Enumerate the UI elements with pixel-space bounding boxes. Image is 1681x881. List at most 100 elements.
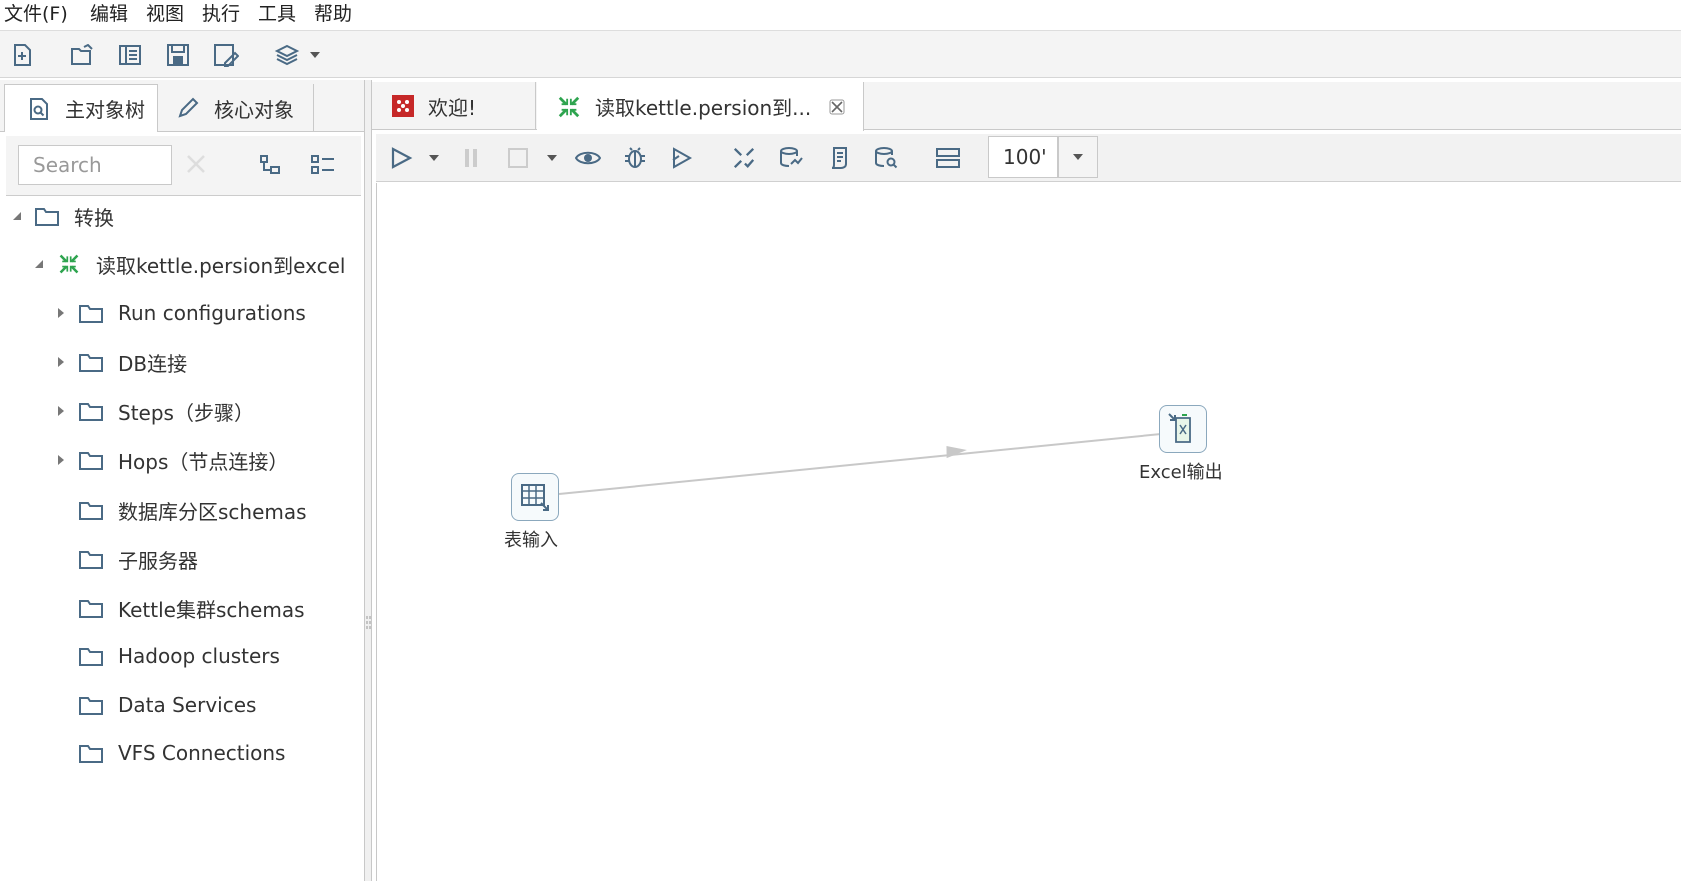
tree-node-label: Kettle集群schemas <box>118 597 305 622</box>
welcome-icon <box>392 95 414 117</box>
excel-output-step[interactable] <box>1159 405 1207 453</box>
list-view-icon[interactable] <box>310 153 336 177</box>
splitter-grip-icon <box>366 616 371 629</box>
expand-arrow-icon[interactable] <box>54 404 68 418</box>
tree-node-vfs-connections[interactable]: VFS Connections <box>78 733 285 773</box>
layers-dropdown-icon[interactable] <box>308 40 322 70</box>
tree-node-hops[interactable]: Hops（节点连接） <box>54 440 288 480</box>
debug-bug-icon[interactable] <box>620 142 650 174</box>
canvas-toolbar: 100' <box>376 134 1681 182</box>
editor-tab-bar: 欢迎! 读取kettle.persion到... <box>372 82 1681 131</box>
search-input[interactable] <box>18 145 172 185</box>
tree-node-slave-servers[interactable]: 子服务器 <box>78 539 198 579</box>
tree-node-label: 数据库分区schemas <box>118 499 307 524</box>
expand-tree-icon[interactable] <box>258 153 282 177</box>
stop-icon[interactable] <box>503 142 533 174</box>
save-as-icon[interactable] <box>211 40 241 70</box>
search-row <box>6 136 361 196</box>
verify-icon[interactable] <box>729 142 759 174</box>
folder-icon <box>79 305 103 323</box>
preview-eye-icon[interactable] <box>573 142 603 174</box>
layers-icon[interactable] <box>272 40 302 70</box>
tree-node-data-services[interactable]: Data Services <box>78 685 256 725</box>
folder-icon <box>79 697 103 715</box>
collapse-arrow-icon[interactable] <box>32 257 46 271</box>
transform-icon <box>59 254 79 274</box>
expand-arrow-icon[interactable] <box>54 453 68 467</box>
tree-node-label: 转换 <box>74 205 114 230</box>
run-icon[interactable] <box>386 142 416 174</box>
stop-dropdown-icon[interactable] <box>544 142 560 174</box>
new-file-icon[interactable] <box>8 40 38 70</box>
menu-bar: 文件(F) 编辑 视图 执行 工具 帮助 <box>0 0 1681 30</box>
tree-node-label: 读取kettle.persion到excel <box>96 253 346 278</box>
tree-node-db-connections[interactable]: DB连接 <box>54 342 187 382</box>
table-input-icon <box>521 484 549 511</box>
hop-connection[interactable] <box>377 183 1681 881</box>
tab-welcome-label: 欢迎! <box>428 95 477 120</box>
tree-node-hadoop-clusters[interactable]: Hadoop clusters <box>78 636 280 676</box>
tree-node-label: VFS Connections <box>118 741 286 765</box>
document-search-icon <box>27 97 51 121</box>
tree-node-label: DB连接 <box>118 351 188 376</box>
folder-icon <box>79 403 103 421</box>
close-tab-icon[interactable] <box>829 99 845 115</box>
left-panel: 主对象树 核心对象 转换 读取kettle.persion <box>0 80 365 881</box>
tree-node-label: 子服务器 <box>118 548 198 573</box>
menu-view[interactable]: 视图 <box>146 2 184 26</box>
folder-icon <box>79 745 103 763</box>
folder-icon <box>79 354 103 372</box>
panel-splitter[interactable] <box>365 80 372 881</box>
tab-main-tree[interactable]: 主对象树 <box>4 84 158 132</box>
folder-icon <box>79 648 103 666</box>
tree-node-run-configurations[interactable]: Run configurations <box>54 293 306 333</box>
zoom-input[interactable]: 100' <box>988 136 1058 178</box>
tree-node-label: Hops（节点连接） <box>118 449 289 474</box>
tree-node-partition-schemas[interactable]: 数据库分区schemas <box>78 490 307 530</box>
main-toolbar <box>0 30 1681 78</box>
folder-icon <box>79 600 103 618</box>
tree-node-cluster-schemas[interactable]: Kettle集群schemas <box>78 588 305 628</box>
transformation-canvas[interactable]: 表输入 Excel输出 <box>376 183 1681 881</box>
tree-node-transforms[interactable]: 转换 <box>10 196 114 236</box>
chevron-down-icon <box>1073 154 1083 160</box>
tree-node-steps[interactable]: Steps（步骤） <box>54 391 254 431</box>
expand-arrow-icon[interactable] <box>54 355 68 369</box>
replay-icon[interactable] <box>667 142 697 174</box>
tree-node-label: Hadoop clusters <box>118 644 280 668</box>
folder-icon <box>79 452 103 470</box>
tree-node-label: Data Services <box>118 693 257 717</box>
excel-output-icon <box>1168 413 1191 443</box>
open-file-icon[interactable] <box>68 40 98 70</box>
align-icon[interactable] <box>933 142 963 174</box>
database-explore-icon[interactable] <box>871 142 901 174</box>
impact-analysis-icon[interactable] <box>776 142 806 174</box>
table-input-step[interactable] <box>511 473 559 521</box>
menu-run[interactable]: 执行 <box>202 2 240 26</box>
collapse-arrow-icon[interactable] <box>10 209 24 223</box>
table-input-label: 表输入 <box>504 530 558 551</box>
tab-core-objects[interactable]: 核心对象 <box>158 84 314 132</box>
tab-core-objects-label: 核心对象 <box>214 97 294 122</box>
save-icon[interactable] <box>163 40 193 70</box>
clear-search-icon[interactable] <box>184 152 208 176</box>
menu-file[interactable]: 文件(F) <box>4 2 68 26</box>
run-dropdown-icon[interactable] <box>426 142 442 174</box>
sql-script-icon[interactable] <box>824 142 854 174</box>
transform-icon <box>558 96 580 117</box>
tab-welcome[interactable]: 欢迎! <box>372 82 536 130</box>
folder-icon <box>79 502 103 520</box>
menu-tools[interactable]: 工具 <box>258 2 296 26</box>
explore-repository-icon[interactable] <box>115 40 145 70</box>
menu-edit[interactable]: 编辑 <box>90 2 128 26</box>
pause-icon[interactable] <box>456 142 486 174</box>
tab-transform[interactable]: 读取kettle.persion到... <box>537 82 864 131</box>
zoom-dropdown[interactable] <box>1058 136 1098 178</box>
left-tab-bar: 主对象树 核心对象 <box>0 80 364 132</box>
excel-output-label: Excel输出 <box>1139 462 1223 483</box>
expand-arrow-icon[interactable] <box>54 306 68 320</box>
menu-help[interactable]: 帮助 <box>314 2 352 26</box>
tree-node-label: Run configurations <box>118 301 306 325</box>
tree-node-transform[interactable]: 读取kettle.persion到excel <box>32 244 345 284</box>
folder-icon <box>79 551 103 569</box>
